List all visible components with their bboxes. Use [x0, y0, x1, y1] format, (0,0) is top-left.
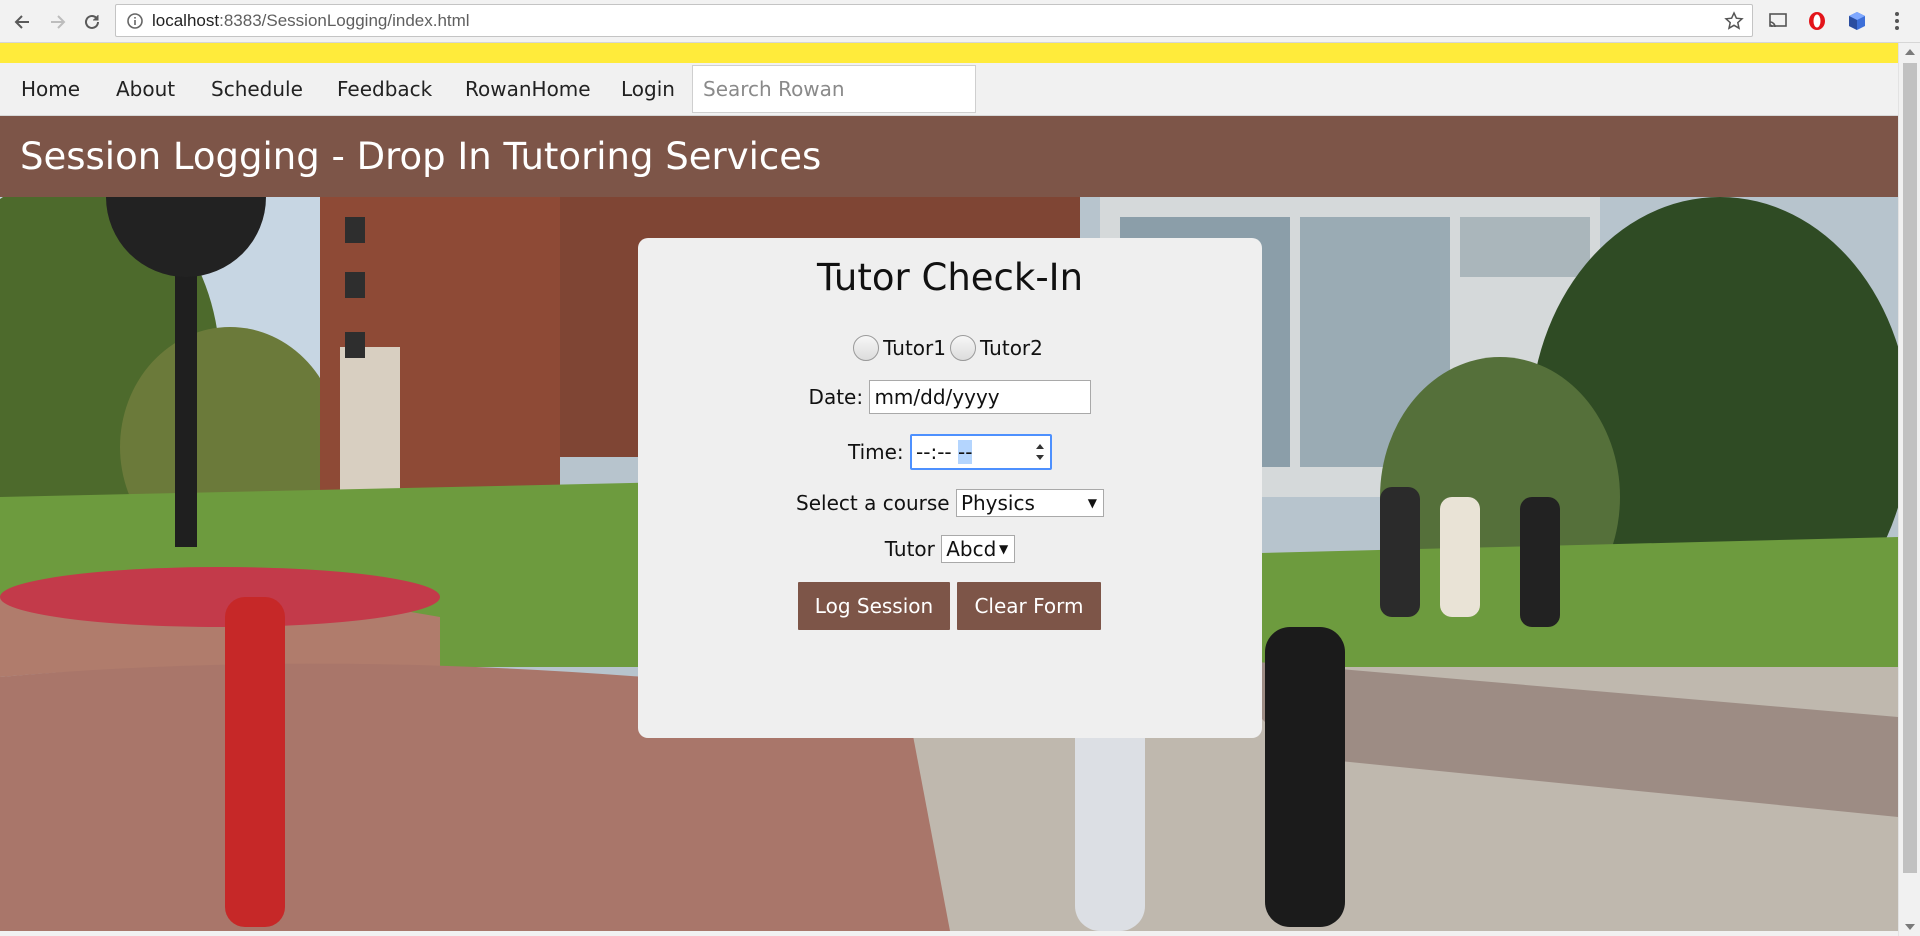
course-row: Select a course Physics ▼ [638, 489, 1262, 517]
browser-toolbar: localhost:8383/SessionLogging/index.html [0, 0, 1920, 43]
top-navigation: Home About Schedule Feedback RowanHome L… [0, 63, 1898, 116]
scroll-down-icon[interactable] [1905, 924, 1915, 930]
clear-form-button[interactable]: Clear Form [957, 582, 1101, 630]
tutor-select[interactable]: Abcd ▼ [941, 535, 1016, 563]
nav-link-about[interactable]: About [95, 63, 196, 115]
time-input[interactable]: --:-- -- [910, 434, 1053, 470]
info-icon[interactable] [126, 12, 144, 30]
nav-link-login[interactable]: Login [600, 63, 696, 115]
radio-label-tutor1: Tutor1 [883, 335, 946, 360]
date-label: Date: [808, 385, 864, 409]
radio-tutor1[interactable] [853, 334, 880, 361]
dropdown-caret-icon: ▼ [999, 542, 1009, 556]
menu-kebab-icon[interactable] [1886, 10, 1908, 32]
radio-label-tutor2: Tutor2 [980, 335, 1043, 360]
time-hhmm: --:-- [916, 440, 952, 464]
dropdown-caret-icon: ▼ [1087, 496, 1097, 510]
horizontal-scroll-area [0, 931, 1898, 936]
extension-cube-icon[interactable] [1846, 10, 1868, 32]
nav-link-schedule[interactable]: Schedule [190, 63, 324, 115]
back-button[interactable] [8, 8, 36, 36]
page-viewport: Home About Schedule Feedback RowanHome L… [0, 43, 1898, 931]
time-ampm-segment[interactable]: -- [957, 440, 973, 464]
date-row: Date: mm/dd/yyyy [638, 380, 1262, 414]
page-banner: Session Logging - Drop In Tutoring Servi… [0, 116, 1898, 197]
opera-icon[interactable] [1806, 10, 1828, 32]
url-text: localhost:8383/SessionLogging/index.html [152, 11, 470, 30]
reload-icon [85, 14, 99, 29]
date-input[interactable]: mm/dd/yyyy [869, 380, 1092, 414]
course-selected-value: Physics [960, 491, 1035, 515]
vertical-scrollbar[interactable] [1898, 43, 1920, 936]
address-bar[interactable]: localhost:8383/SessionLogging/index.html [115, 4, 1753, 37]
nav-link-feedback[interactable]: Feedback [316, 63, 453, 115]
back-arrow-icon [14, 15, 29, 29]
cast-icon[interactable] [1767, 10, 1789, 32]
tutor-row: Tutor Abcd ▼ [638, 535, 1262, 563]
radio-tutor2[interactable] [950, 334, 976, 361]
time-spinner-icon[interactable] [1033, 438, 1047, 466]
nav-link-rowanhome[interactable]: RowanHome [444, 63, 612, 115]
alert-strip [0, 43, 1898, 63]
forward-arrow-icon [51, 15, 66, 29]
nav-link-home[interactable]: Home [0, 63, 101, 115]
time-label: Time: [847, 440, 904, 464]
bookmark-star-icon[interactable] [1724, 11, 1744, 31]
tutor-selected-value: Abcd [946, 537, 997, 561]
tutor-label: Tutor [884, 537, 935, 561]
tutor-checkin-card: Tutor Check-In Tutor1 Tutor2 Date: mm/dd/… [638, 238, 1262, 738]
time-row: Time: --:-- -- [638, 434, 1262, 470]
page-title: Session Logging - Drop In Tutoring Servi… [20, 135, 822, 178]
course-label: Select a course [796, 491, 950, 515]
log-session-button[interactable]: Log Session [798, 582, 950, 630]
scrollbar-thumb[interactable] [1903, 63, 1917, 873]
tutor-radio-group: Tutor1 Tutor2 [638, 334, 1262, 361]
search-input[interactable] [692, 65, 976, 113]
scroll-up-icon[interactable] [1905, 49, 1915, 55]
form-heading: Tutor Check-In [816, 256, 1084, 299]
course-select[interactable]: Physics ▼ [955, 489, 1104, 517]
forward-button[interactable] [44, 8, 72, 36]
reload-button[interactable] [78, 8, 106, 36]
